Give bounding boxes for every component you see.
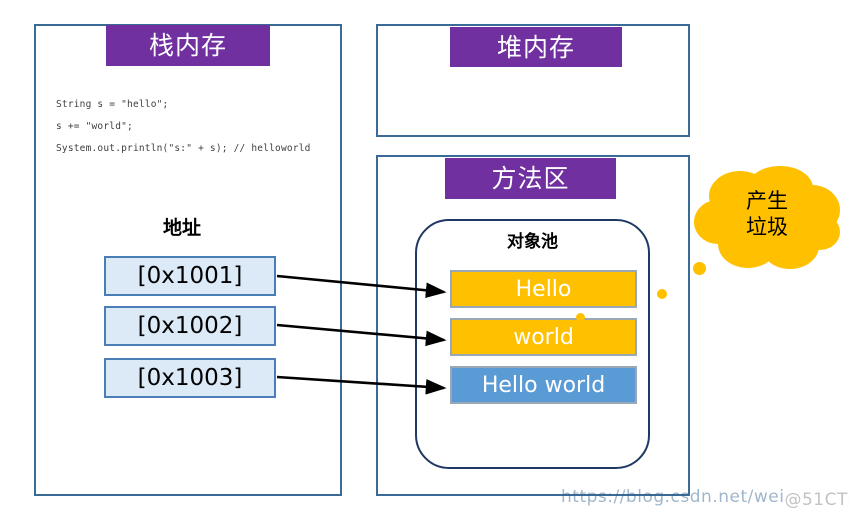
- callout-trail-dot-large: [693, 262, 706, 275]
- code-line-3: System.out.println("s:" + s); // hellowo…: [56, 143, 311, 154]
- object-pool-corner-dot: [576, 313, 585, 322]
- watermark: https://blog.csdn.net/wei @51CTO博客: [561, 486, 849, 510]
- code-line-1: String s = "hello";: [56, 99, 169, 110]
- code-line-2: s += "world";: [56, 121, 133, 132]
- diagram-canvas: 栈内存 String s = "hello"; s += "world"; Sy…: [0, 0, 849, 518]
- java-code-snippet: String s = "hello"; s += "world"; System…: [56, 94, 336, 160]
- address-box-0x1001: [0x1001]: [104, 256, 276, 296]
- method-area-title-banner: 方法区: [445, 158, 616, 199]
- garbage-callout-text: 产生 垃圾: [692, 188, 842, 240]
- callout-trail-dot-small: [657, 289, 667, 299]
- object-pool-label: 对象池: [507, 232, 558, 252]
- object-box-hello: Hello: [450, 270, 637, 308]
- callout-line-1: 产生: [746, 189, 788, 213]
- address-column-label: 地址: [162, 217, 201, 239]
- address-box-0x1003: [0x1003]: [104, 358, 276, 398]
- heap-memory-title-banner: 堆内存: [450, 27, 622, 67]
- object-box-hello-world: Hello world: [450, 366, 637, 404]
- address-box-0x1002: [0x1002]: [104, 306, 276, 346]
- watermark-site: @51CTO博客: [784, 489, 849, 510]
- watermark-url: https://blog.csdn.net/wei: [561, 487, 785, 507]
- stack-memory-title-banner: 栈内存: [106, 25, 270, 66]
- garbage-callout-cloud: 产生 垃圾: [692, 166, 842, 272]
- object-box-world: world: [450, 318, 637, 356]
- callout-line-2: 垃圾: [746, 215, 788, 239]
